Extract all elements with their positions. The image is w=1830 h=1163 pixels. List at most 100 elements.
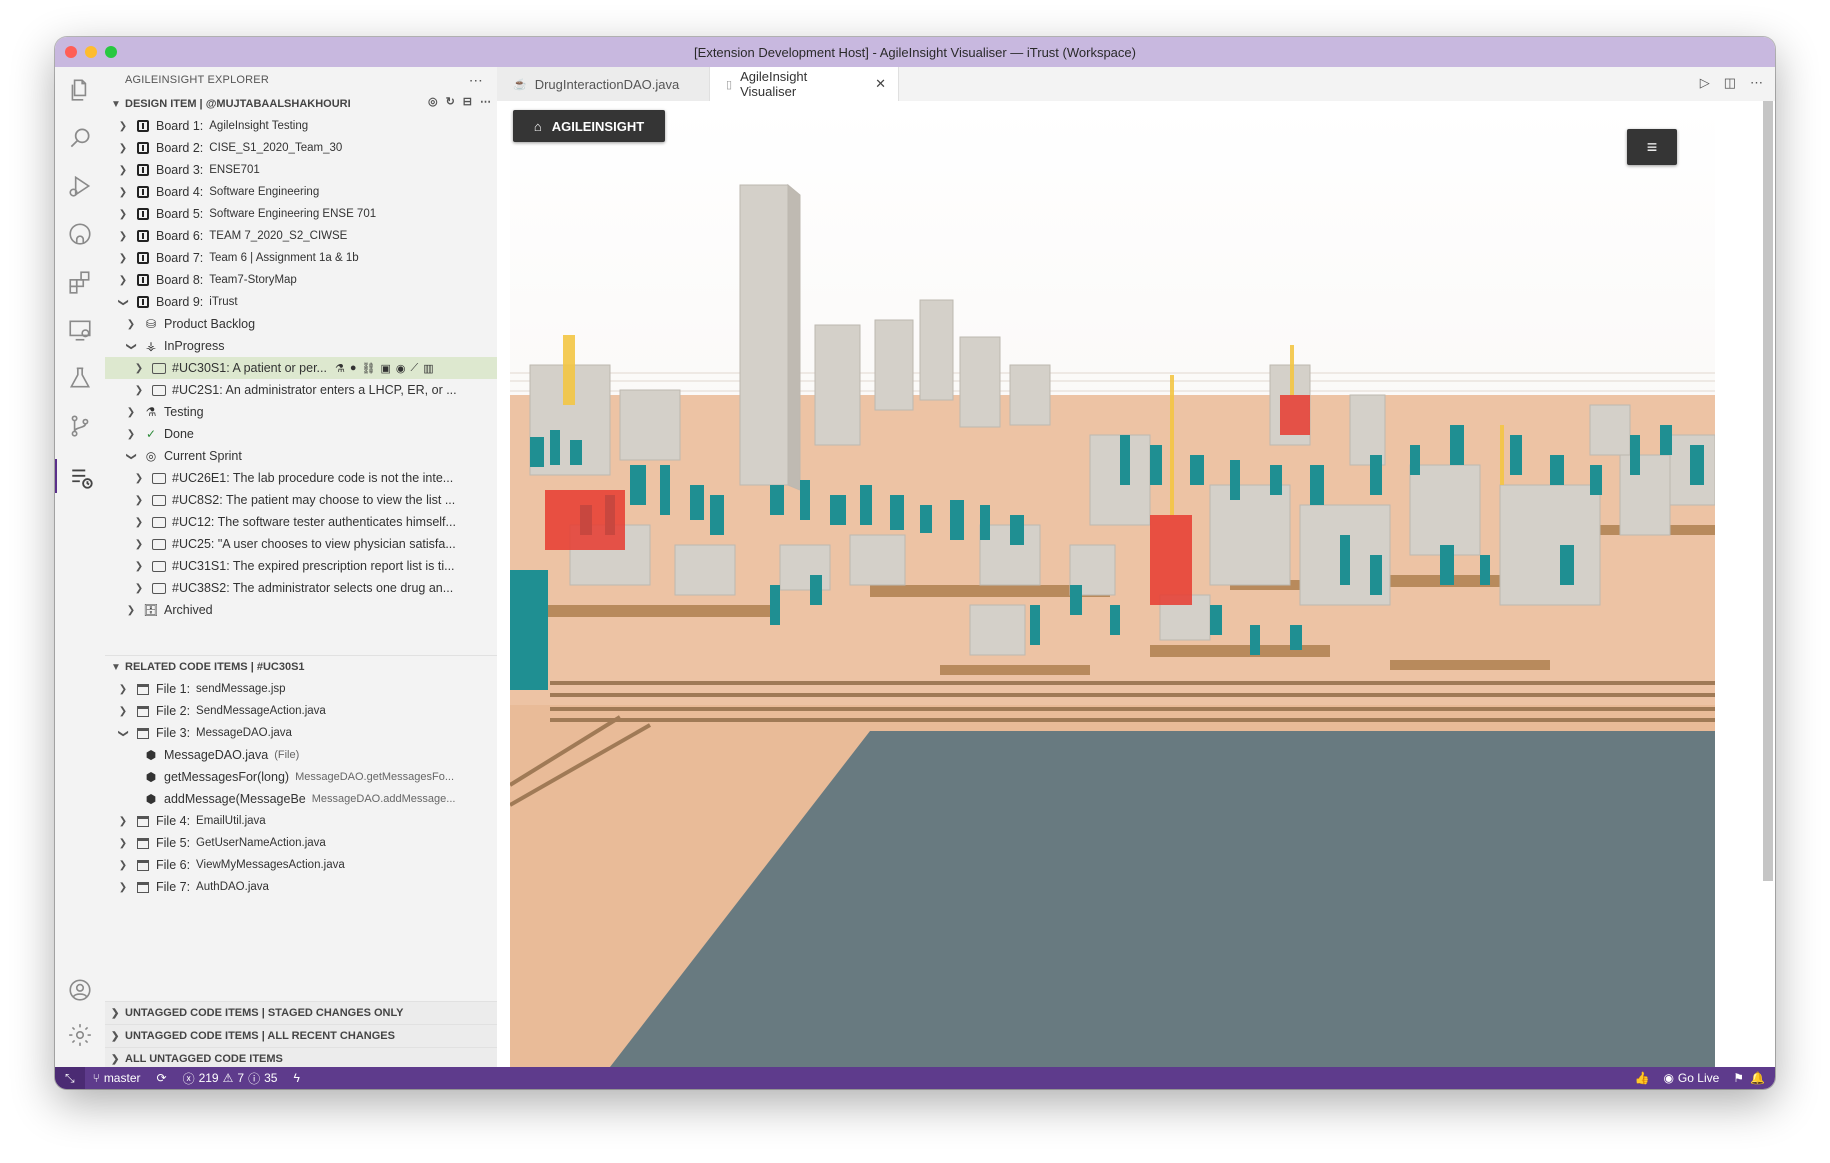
city-visualisation-canvas[interactable] (510, 105, 1715, 1067)
search-icon[interactable] (67, 125, 93, 151)
sync-button[interactable]: ⟳ (149, 1071, 175, 1085)
more-actions-icon[interactable]: ⋯ (469, 72, 483, 89)
code-element-item[interactable]: ⬢ getMessagesFor(long) MessageDAO.getMessa… (105, 766, 497, 788)
agileinsight-home-button[interactable]: ⌂ AGILEINSIGHT (513, 110, 665, 142)
story-item[interactable]: ❯ #UC12: The software tester authenticate… (105, 511, 497, 533)
board-item-expanded[interactable]: ❯ Board 9: iTrust (105, 291, 497, 313)
file-name: EmailUtil.java (196, 815, 266, 827)
status-bar: ⤡ ⑂ master ⟳ ⓧ 219 ⚠ 7 ⓘ 35 ϟ 👍 ◉ Go Liv… (55, 1067, 1775, 1089)
chevron-right-icon: ❯ (126, 428, 136, 440)
untagged-recent-section-header[interactable]: ❯ UNTAGGED CODE ITEMS | ALL RECENT CHANGE… (105, 1024, 497, 1047)
split-editor-icon[interactable]: ◫ (1724, 75, 1736, 91)
account-icon[interactable] (67, 977, 93, 1003)
run-debug-icon[interactable] (67, 173, 93, 199)
file-item[interactable]: ❯ File 4: EmailUtil.java (105, 810, 497, 832)
source-control-icon[interactable] (67, 413, 93, 439)
file-item[interactable]: ❯ File 7: AuthDAO.java (105, 876, 497, 898)
board-item[interactable]: ❯ Board 4: Software Engineering (105, 181, 497, 203)
in-progress-icon: ⚶ (145, 339, 157, 353)
file-item[interactable]: ❯ File 5: GetUserNameAction.java (105, 832, 497, 854)
board-item[interactable]: ❯ Board 8: Team7-StoryMap (105, 269, 497, 291)
settings-gear-icon[interactable] (67, 1022, 93, 1048)
list-in-progress[interactable]: ❯ ⚶ InProgress (105, 335, 497, 357)
list-current-sprint[interactable]: ❯ ◎ Current Sprint (105, 445, 497, 467)
flask-icon[interactable]: ⚗ (335, 362, 345, 375)
more-icon[interactable]: ⋯ (480, 95, 491, 108)
list-product-backlog[interactable]: ❯ ⛁ Product Backlog (105, 313, 497, 335)
columns-icon[interactable]: ▥ (423, 362, 433, 375)
tab-druginteractiondao[interactable]: ☕ DrugInteractionDAO.java (497, 67, 710, 101)
editor-scrollbar[interactable] (1763, 101, 1773, 881)
more-actions-icon[interactable]: ⋯ (1750, 75, 1763, 91)
code-element-item[interactable]: ⬢ MessageDAO.java (File) (105, 744, 497, 766)
go-live-button[interactable]: ◉ Go Live (1655, 1071, 1727, 1085)
list-testing[interactable]: ❯ ⚗ Testing (105, 401, 497, 423)
minimize-window-button[interactable] (85, 46, 97, 58)
account-circle-icon[interactable]: ◎ (428, 95, 438, 108)
story-item[interactable]: ❯ #UC38S2: The administrator selects one … (105, 577, 497, 599)
story-label: #UC38S2: The administrator selects one d… (172, 581, 454, 595)
design-item-section-header[interactable]: ▼ DESIGN ITEM | @MUJTABAALSHAKHOURI ◎ ↻ … (105, 93, 497, 115)
board-item[interactable]: ❯ Board 1: AgileInsight Testing (105, 115, 497, 137)
board-item[interactable]: ❯ Board 3: ENSE701 (105, 159, 497, 181)
testing-icon[interactable] (67, 365, 93, 391)
list-done[interactable]: ❯ ✓ Done (105, 423, 497, 445)
chevron-right-icon: ❯ (118, 815, 128, 827)
close-tab-icon[interactable]: ✕ (875, 76, 886, 92)
file-item-expanded[interactable]: ❯ File 3: MessageDAO.java (105, 722, 497, 744)
github-icon[interactable] (67, 221, 93, 247)
close-window-button[interactable] (65, 46, 77, 58)
target-icon[interactable]: ◉ (396, 362, 406, 375)
visualiser-menu-button[interactable]: ≡ (1627, 129, 1677, 165)
trend-icon[interactable]: ⟋ (410, 362, 418, 375)
story-item[interactable]: ❯ #UC2S1: An administrator enters a LHCP,… (105, 379, 497, 401)
notifications-bell-icon[interactable]: 🔔 (1750, 1071, 1765, 1085)
board-name: AgileInsight Testing (209, 120, 309, 132)
run-icon[interactable]: ▷ (1700, 75, 1710, 91)
story-inline-actions: ⚗ ● ⛓ ▣ ◉ ⟋ ▥ (335, 362, 434, 375)
broadcast-icon: ◉ (1663, 1071, 1674, 1085)
chevron-right-icon: ❯ (118, 859, 128, 871)
board-item[interactable]: ❯ Board 7: Team 6 | Assignment 1a & 1b (105, 247, 497, 269)
story-item[interactable]: ❯ #UC8S2: The patient may choose to view … (105, 489, 497, 511)
board-item[interactable]: ❯ Board 6: TEAM 7_2020_S2_CIWSE (105, 225, 497, 247)
link-icon[interactable]: ⛓ (362, 362, 376, 375)
problems-indicator[interactable]: ⓧ 219 ⚠ 7 ⓘ 35 (175, 1070, 286, 1087)
story-item[interactable]: ❯ #UC25: "A user chooses to view physicia… (105, 533, 497, 555)
list-archived[interactable]: ❯ 🗄 Archived (105, 599, 497, 621)
board-item[interactable]: ❯ Board 2: CISE_S1_2020_Team_30 (105, 137, 497, 159)
file-item[interactable]: ❯ File 1: sendMessage.jsp (105, 678, 497, 700)
refresh-icon[interactable]: ↻ (446, 95, 455, 108)
untagged-staged-section-header[interactable]: ❯ UNTAGGED CODE ITEMS | STAGED CHANGES ON… (105, 1001, 497, 1024)
feedback-icon[interactable]: ⚑ (1733, 1071, 1744, 1085)
design-section-title: DESIGN ITEM | @MUJTABAALSHAKHOURI (125, 98, 351, 110)
agileinsight-icon[interactable] (55, 459, 93, 493)
story-label: #UC31S1: The expired prescription report… (172, 559, 455, 573)
maximize-window-button[interactable] (105, 46, 117, 58)
thumbs-up-icon[interactable]: 👍 (1634, 1071, 1649, 1085)
remote-indicator[interactable]: ⤡ (55, 1067, 85, 1089)
file-item[interactable]: ❯ File 6: ViewMyMessagesAction.java (105, 854, 497, 876)
related-code-section-header[interactable]: ▼ RELATED CODE ITEMS | #UC30S1 (105, 655, 497, 678)
remote-explorer-icon[interactable] (67, 317, 93, 343)
code-element-item[interactable]: ⬢ addMessage(MessageBe MessageDAO.addMessa… (105, 788, 497, 810)
dot-icon[interactable]: ● (350, 362, 357, 374)
tab-agileinsight-visualiser[interactable]: ▯ AgileInsight Visualiser ✕ (710, 67, 899, 101)
collapse-all-icon[interactable]: ⊟ (463, 95, 472, 108)
branch-indicator[interactable]: ⑂ master (85, 1071, 149, 1085)
board-name: Software Engineering ENSE 701 (209, 208, 377, 220)
sprint-icon: ◎ (145, 449, 157, 463)
lightning-button[interactable]: ϟ (285, 1071, 307, 1085)
board-icon (136, 251, 150, 265)
code-icon[interactable]: ▣ (380, 362, 390, 375)
chevron-right-icon: ❯ (134, 384, 144, 396)
board-item[interactable]: ❯ Board 5: Software Engineering ENSE 701 (105, 203, 497, 225)
agileinsight-3d-visualiser[interactable]: ⌂ AGILEINSIGHT ≡ (510, 105, 1715, 1067)
story-item[interactable]: ❯ #UC26E1: The lab procedure code is not … (105, 467, 497, 489)
story-item-selected[interactable]: ❯ #UC30S1: A patient or per... ⚗ ● ⛓ ▣ ◉ … (105, 357, 497, 379)
extensions-icon[interactable] (67, 269, 93, 295)
files-icon[interactable] (67, 77, 93, 103)
file-item[interactable]: ❯ File 2: SendMessageAction.java (105, 700, 497, 722)
story-item[interactable]: ❯ #UC31S1: The expired prescription repor… (105, 555, 497, 577)
story-icon (152, 537, 166, 551)
